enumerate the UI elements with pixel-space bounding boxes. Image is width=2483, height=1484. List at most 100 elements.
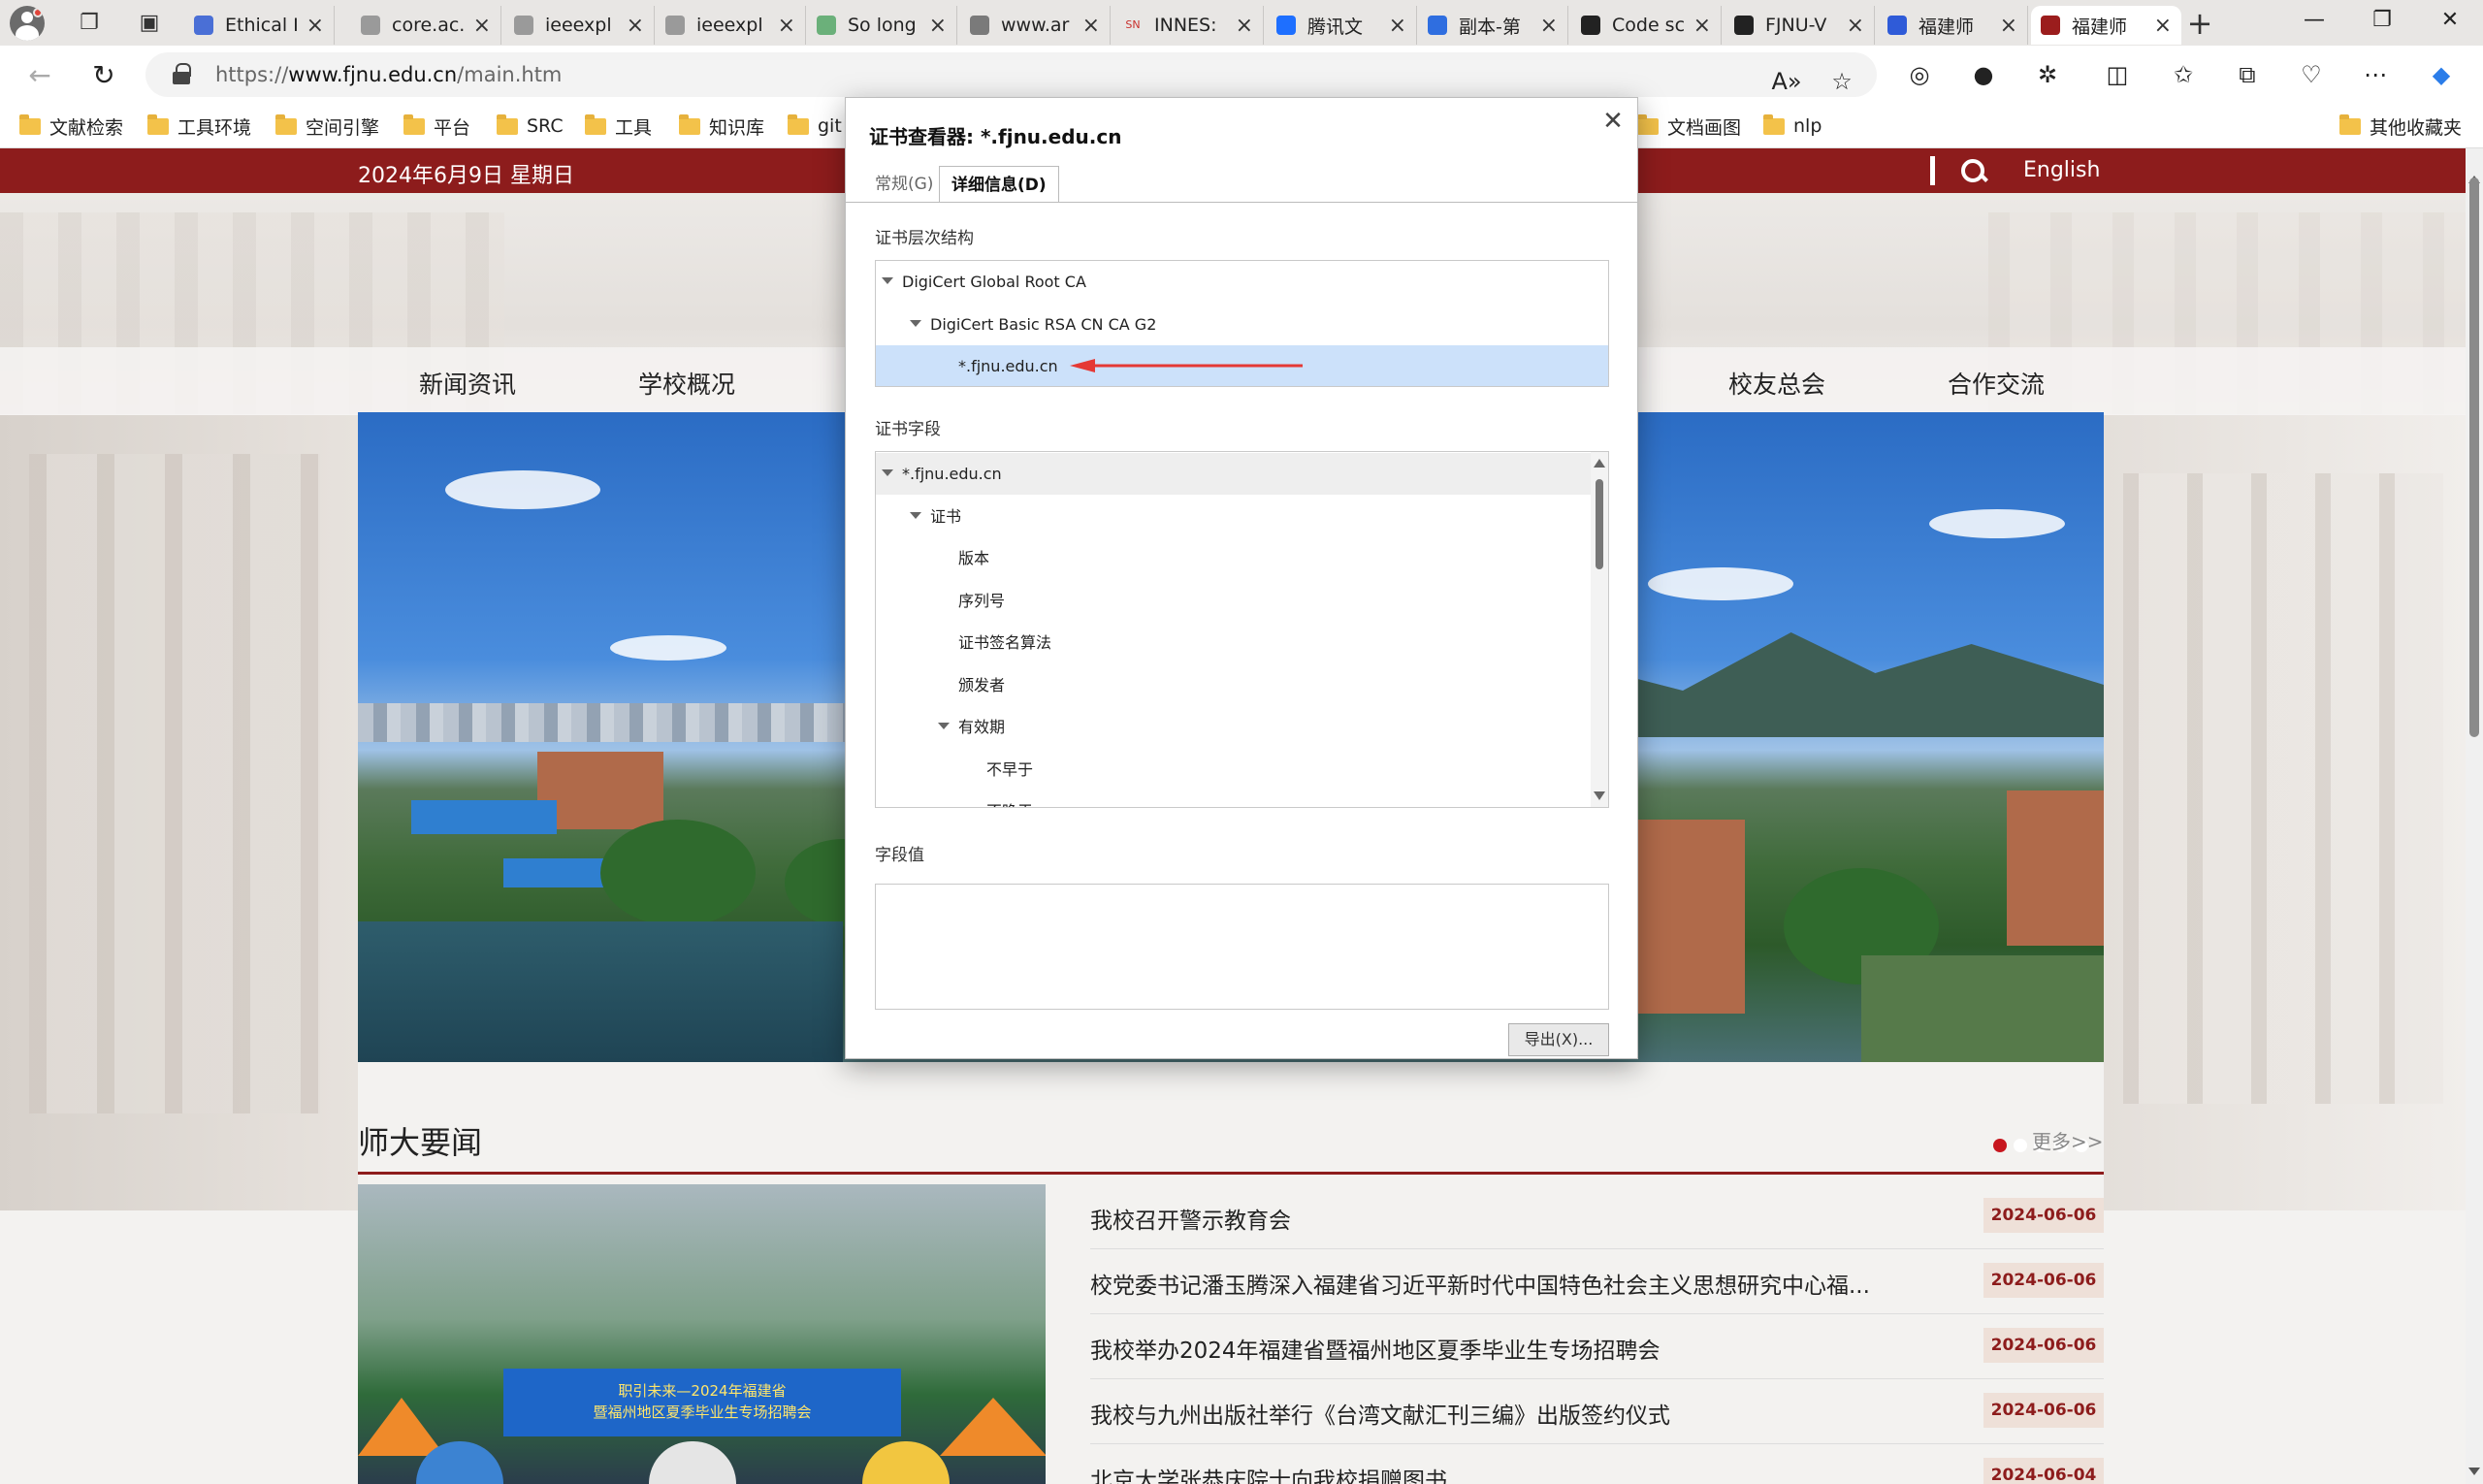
chevron-down-icon[interactable] [910,511,921,519]
split-screen-icon[interactable]: ◫ [2101,58,2134,91]
scroll-down-arrow[interactable] [1594,791,1605,800]
tab-details[interactable]: 详细信息(D) [939,166,1059,203]
browser-tab[interactable]: Code sc × [1571,6,1722,45]
star-icon[interactable]: ☆ [1825,65,1858,98]
bookmark-folder[interactable]: 空间引擎 [275,112,379,141]
carousel-dot[interactable] [1993,1139,2007,1152]
browser-tab[interactable]: www.ar × [960,6,1111,45]
tree-node[interactable]: 序列号 [876,580,1608,622]
tab-close-icon[interactable]: × [627,14,644,38]
address-field[interactable]: https://www.fjnu.edu.cn/main.htm A» ☆ [145,52,1877,97]
tab-close-icon[interactable]: × [306,14,324,38]
more-menu-icon[interactable]: ⋯ [2359,58,2392,91]
browser-essentials-icon[interactable]: ♡ [2295,58,2328,91]
bookmark-folder[interactable]: nlp [1763,112,1822,141]
nav-news[interactable]: 新闻资讯 [419,366,516,401]
back-arrow-icon[interactable]: ← [23,59,56,92]
vertical-tabs-icon[interactable]: ▣ [136,10,163,37]
certificate-hierarchy-tree[interactable]: *.fjnu.edu.cn DigiCert Basic RSA CN CA G2… [875,260,1609,387]
news-item[interactable]: 我校举办2024年福建省暨福州地区夏季毕业生专场招聘会 2024-06-06 [1090,1314,2104,1379]
restore-button[interactable]: ❐ [2363,8,2402,39]
export-button[interactable]: 导出(X)... [1508,1023,1609,1056]
bookmark-folder[interactable]: 知识库 [679,112,764,141]
tab-close-icon[interactable]: × [1389,14,1406,38]
english-link[interactable]: English [2023,158,2100,182]
field-value-box[interactable] [875,884,1609,1010]
tab-close-icon[interactable]: × [1693,14,1711,38]
read-aloud-icon[interactable]: A» [1770,65,1803,98]
refresh-icon[interactable]: ↻ [87,59,120,92]
browser-tab[interactable]: 腾讯文 × [1267,6,1417,45]
news-item-title[interactable]: 我校召开警示教育会 [1090,1202,1291,1235]
collections-icon[interactable]: ⧉ [2231,58,2264,91]
news-item-title[interactable]: 校党委书记潘玉腾深入福建省习近平新时代中国特色社会主义思想研究中心福... [1090,1267,1870,1300]
tree-node[interactable]: 有效期 [876,706,1608,748]
bookmark-folder[interactable]: 工具环境 [147,112,251,141]
close-icon[interactable]: ✕ [1599,108,1627,135]
workspaces-icon[interactable]: ❐ [76,10,103,37]
tab-close-icon[interactable]: × [929,14,947,38]
chevron-down-icon[interactable] [910,319,921,327]
browser-tab[interactable]: ieeexpl × [504,6,655,45]
profile-avatar[interactable] [10,6,45,41]
scrollbar-thumb[interactable] [1596,479,1603,569]
scrollbar-thumb[interactable] [2469,177,2479,737]
tab-close-icon[interactable]: × [2154,14,2172,38]
scroll-down-arrow[interactable] [2468,1468,2480,1475]
extension-record-icon[interactable]: ● [1967,58,2000,91]
chevron-down-icon[interactable] [882,277,893,284]
tab-close-icon[interactable]: × [2000,14,2017,38]
bookmark-folder[interactable]: SRC [497,112,564,141]
extensions-icon[interactable]: ✲ [2031,58,2064,91]
chevron-down-icon[interactable] [938,723,950,729]
tab-general[interactable]: 常规(G) [863,166,945,203]
tree-node[interactable]: 证书 [876,496,1608,537]
tree-node[interactable]: DigiCert Basic RSA CN CA G2 [876,304,1608,345]
tab-close-icon[interactable]: × [1540,14,1558,38]
browser-tab[interactable]: ieeexpl × [656,6,806,45]
news-more-link[interactable]: 更多>> [2032,1126,2104,1154]
tab-close-icon[interactable]: × [473,14,491,38]
certificate-fields-tree[interactable]: 不晚于 不早于 有效期 颁发者 证书签名算法序列号 版本 证书 *.fjnu.edu.cn [875,451,1609,808]
news-item[interactable]: 北京大学张恭庆院士向我校捐赠图书 2024-06-04 [1090,1444,2104,1484]
browser-tab[interactable]: 福建师 × [1878,6,2028,45]
news-item-title[interactable]: 北京大学张恭庆院士向我校捐赠图书 [1090,1462,1447,1484]
tree-node[interactable]: *.fjnu.edu.cn [876,453,1608,495]
news-item[interactable]: 校党委书记潘玉腾深入福建省习近平新时代中国特色社会主义思想研究中心福... 202… [1090,1249,2104,1314]
tab-close-icon[interactable]: × [778,14,795,38]
tab-close-icon[interactable]: × [1236,14,1253,38]
favorites-icon[interactable]: ✩ [2167,58,2200,91]
news-item[interactable]: 我校召开警示教育会 2024-06-06 [1090,1184,2104,1249]
tree-node[interactable]: 不早于 [876,749,1608,790]
tab-close-icon[interactable]: × [1082,14,1100,38]
carousel-dot[interactable] [2014,1139,2027,1152]
tree-node[interactable]: 证书签名算法 [876,622,1608,663]
fields-scrollbar[interactable] [1591,452,1608,807]
copilot-icon[interactable]: ◆ [2425,58,2458,91]
browser-tab[interactable]: 副本-第 × [1418,6,1568,45]
news-photo[interactable]: 职引未来—2024年福建省 暨福州地区夏季毕业生专场招聘会 [358,1184,1046,1484]
copilot-sidebar-icon[interactable]: ◎ [1903,58,1936,91]
tab-close-icon[interactable]: × [1847,14,1864,38]
lock-icon[interactable] [173,63,191,84]
bookmark-folder[interactable]: 文献检索 [19,112,123,141]
tree-node[interactable]: 不晚于 [876,790,1608,807]
scroll-up-arrow[interactable] [1594,459,1605,468]
other-bookmarks-folder[interactable]: 其他收藏夹 [2339,112,2462,141]
nav-alumni[interactable]: 校友总会 [1728,366,1825,401]
minimize-button[interactable]: — [2295,8,2334,39]
browser-tab[interactable]: core.ac. × [351,6,501,45]
url-text[interactable]: https://www.fjnu.edu.cn/main.htm [215,63,562,86]
tree-node[interactable]: 颁发者 [876,664,1608,706]
bookmark-folder[interactable]: git [788,112,842,141]
close-window-button[interactable]: ✕ [2431,8,2469,39]
tree-node[interactable]: 版本 [876,537,1608,579]
browser-tab[interactable]: SN INNES: × [1113,6,1264,45]
page-scrollbar[interactable] [2466,148,2483,1484]
bookmark-folder[interactable]: 平台 [403,112,470,141]
search-icon[interactable] [1959,157,1988,186]
nav-about[interactable]: 学校概况 [638,366,735,401]
tree-node[interactable]: *.fjnu.edu.cn [876,345,1608,386]
bookmark-folder[interactable]: 文档画图 [1637,112,1741,141]
chevron-down-icon[interactable] [882,469,893,476]
